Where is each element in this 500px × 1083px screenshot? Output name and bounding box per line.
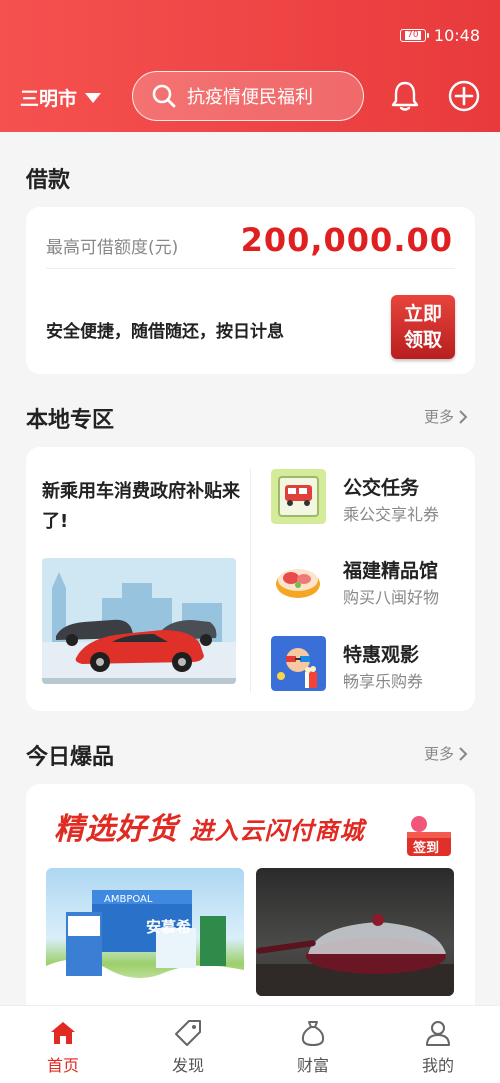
mall-banner-text: 精选好货 进入云闪付商城 (54, 804, 364, 848)
food-bowl-icon (271, 552, 326, 607)
search-bar[interactable]: 抗疫情便民福利 (132, 71, 364, 121)
local-more-label: 更多 (423, 408, 454, 426)
product-wok-image[interactable] (256, 868, 454, 996)
local-more-link[interactable]: 更多 (424, 406, 468, 427)
top-header: 70 10:48 三明市 抗疫情便民福利 (0, 0, 500, 132)
service-subtitle: 畅享乐购券 (343, 672, 424, 691)
nav-label: 首页 (46, 1056, 79, 1075)
milk-box-illustration (46, 890, 244, 996)
city-selector[interactable]: 三明市 (20, 84, 102, 111)
search-icon (152, 84, 176, 108)
chevron-right-icon (459, 409, 468, 424)
loan-limit-label: 最高可借额度(元) (46, 238, 179, 258)
movie-glasses-icon (271, 636, 326, 691)
service-title: 特惠观影 (343, 644, 420, 666)
search-placeholder: 抗疫情便民福利 (187, 87, 313, 108)
add-icon[interactable] (447, 79, 481, 113)
loan-card[interactable]: 最高可借额度(元) 200,000.00 安全便捷，随借随还，按日计息 立即 领… (26, 207, 475, 374)
hot-section-title: 今日爆品 (26, 745, 115, 770)
clock: 10:48 (433, 26, 480, 45)
nav-label: 我的 (421, 1056, 454, 1075)
nav-label: 发现 (171, 1056, 204, 1075)
product-brand-label-en: AMBPOAL (104, 894, 153, 905)
divider (250, 469, 251, 693)
loan-limit-amount: 200,000.00 (240, 221, 453, 259)
hot-more-link[interactable]: 更多 (424, 743, 468, 764)
service-item-movie[interactable]: 特惠观影 畅享乐购券 (271, 636, 471, 692)
nav-label: 财富 (296, 1056, 329, 1075)
service-title: 福建精品馆 (343, 560, 439, 582)
product-brand-label: 安慕希 (146, 918, 192, 936)
money-bag-icon (301, 1021, 325, 1046)
wok-illustration (256, 914, 454, 996)
signin-badge[interactable]: 签到 (403, 816, 461, 858)
claim-button-line2: 领取 (403, 329, 442, 351)
battery-icon: 70 (399, 29, 429, 42)
service-subtitle: 购买八闽好物 (343, 588, 440, 607)
local-card: 新乘用车消费政府补贴来了! 公交任务 乘公交享礼券 福建精品馆 购买八闽好物 特… (26, 447, 475, 711)
nav-tab-wealth[interactable]: 财富 (273, 1018, 353, 1076)
local-section-title: 本地专区 (26, 408, 115, 433)
service-title: 公交任务 (343, 477, 420, 499)
car-illustration (42, 558, 236, 684)
service-item-fujian-mall[interactable]: 福建精品馆 购买八闽好物 (271, 552, 471, 608)
car-subsidy-promo-text[interactable]: 新乘用车消费政府补贴来了! (42, 477, 242, 537)
hot-more-label: 更多 (423, 745, 454, 763)
loan-slogan: 安全便捷，随借随还，按日计息 (46, 322, 284, 342)
tag-icon (175, 1020, 201, 1046)
home-icon (51, 1022, 75, 1044)
caret-down-icon (85, 92, 102, 103)
mall-banner-title: 精选好货 (54, 812, 178, 847)
mall-banner-subtitle: 进入云闪付商城 (189, 817, 365, 845)
nav-tab-discover[interactable]: 发现 (148, 1018, 228, 1076)
mall-card[interactable]: 精选好货 进入云闪付商城 签到 安慕希 AMBPOAL (26, 784, 475, 1024)
signin-label: 签到 (413, 841, 440, 856)
person-icon (426, 1021, 450, 1046)
product-milk-image[interactable]: 安慕希 AMBPOAL (46, 868, 244, 996)
service-subtitle: 乘公交享礼券 (343, 505, 440, 524)
service-item-bus[interactable]: 公交任务 乘公交享礼券 (271, 469, 471, 525)
nav-tab-me[interactable]: 我的 (398, 1018, 478, 1076)
status-bar: 70 10:48 (399, 26, 480, 45)
bell-icon[interactable] (388, 79, 422, 113)
city-label: 三明市 (20, 88, 78, 110)
loan-section-title: 借款 (26, 168, 71, 193)
bus-task-icon (271, 469, 326, 524)
chevron-right-icon (459, 746, 468, 761)
battery-level: 70 (405, 30, 421, 40)
divider (46, 268, 455, 269)
nav-tab-home[interactable]: 首页 (23, 1018, 103, 1076)
claim-button-line1: 立即 (403, 303, 442, 325)
claim-now-button[interactable]: 立即 领取 (391, 295, 455, 359)
car-subsidy-image[interactable] (42, 558, 236, 684)
bottom-nav: 首页 发现 财富 我的 (0, 1005, 500, 1083)
